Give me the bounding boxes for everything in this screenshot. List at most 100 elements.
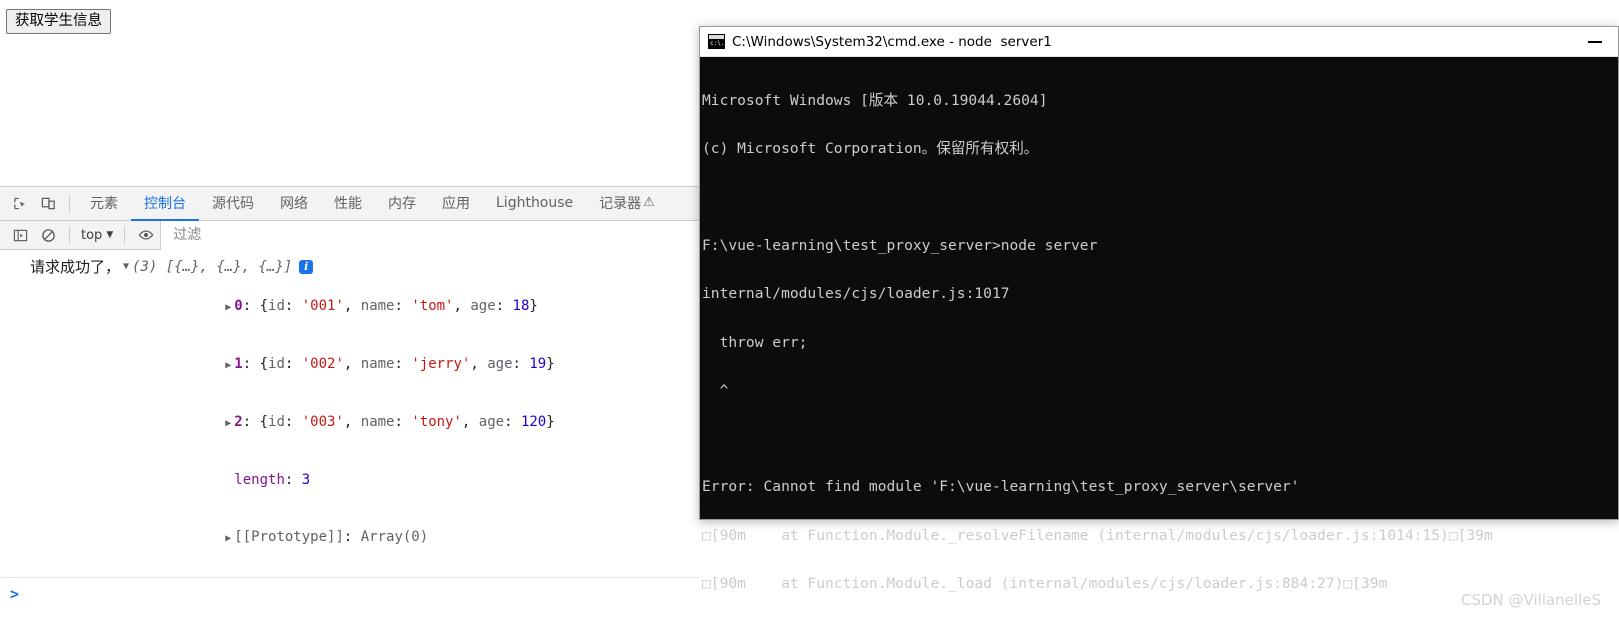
- console-array-item-row: ▶ 0: {id: '001', name: 'tom', age: 18}: [0, 278, 700, 336]
- tab-lighthouse[interactable]: Lighthouse: [483, 187, 586, 221]
- console-prototype-row: ▶ [[Prototype]]: Array(0): [0, 509, 700, 567]
- tab-recorder[interactable]: 记录器 ⚠: [586, 187, 668, 221]
- prop-key-id: id: [268, 356, 285, 372]
- expand-triangle-icon[interactable]: ▼: [120, 256, 132, 278]
- cmd-titlebar[interactable]: C:\Windows\System32\cmd.exe - node serve…: [700, 27, 1618, 57]
- prop-key-name: name: [360, 298, 395, 314]
- console-toolbar-divider-1: [69, 226, 70, 244]
- tab-network[interactable]: 网络: [267, 187, 321, 221]
- terminal-line: Microsoft Windows [版本 10.0.19044.2604]: [702, 92, 1048, 110]
- object-close-brace: }: [546, 414, 555, 430]
- terminal-line: Error: Cannot find module 'F:\vue-learni…: [702, 478, 1300, 496]
- cmd-console-icon: [708, 34, 725, 49]
- tab-memory[interactable]: 内存: [375, 187, 429, 221]
- tab-application[interactable]: 应用: [429, 187, 483, 221]
- inspect-element-icon[interactable]: [6, 190, 34, 218]
- terminal-line: □[90m at Function.Module._resolveFilenam…: [702, 526, 1493, 544]
- clear-console-icon[interactable]: [34, 221, 62, 249]
- terminal-line: ^: [702, 381, 729, 399]
- prop-value-age: 120: [520, 414, 547, 430]
- terminal-line: (c) Microsoft Corporation。保留所有权利。: [702, 140, 1039, 158]
- toggle-device-toolbar-icon[interactable]: [34, 190, 62, 218]
- screenshot-root: 获取学生信息 元素 控制台 源代码 网络 性能 内存 应用 Lighthouse…: [0, 0, 1619, 621]
- fetch-student-info-button[interactable]: 获取学生信息: [6, 9, 111, 34]
- prop-key-age: age: [487, 356, 513, 372]
- toolbar-divider: [69, 194, 70, 213]
- array-index: 1: [234, 356, 243, 372]
- console-array-length-row: length: 3: [234, 472, 311, 488]
- devtools-panel: 元素 控制台 源代码 网络 性能 内存 应用 Lighthouse 记录器 ⚠: [0, 186, 700, 621]
- object-close-brace: }: [546, 356, 555, 372]
- console-toolbar: top ▼: [0, 220, 700, 250]
- prototype-value: Array(0): [360, 529, 429, 545]
- console-array-item-row: ▶ 2: {id: '003', name: 'tony', age: 120}: [0, 394, 700, 452]
- object-close-brace: }: [529, 298, 538, 314]
- array-index: 2: [234, 414, 243, 430]
- prop-value-id: '001': [301, 298, 344, 314]
- console-log-message: 请求成功了，: [30, 258, 121, 276]
- prop-value-age: 19: [529, 356, 547, 372]
- array-items-preview: [{…}, {…}, {…}]: [165, 259, 293, 275]
- expand-triangle-icon[interactable]: ▶: [222, 414, 234, 433]
- expand-triangle-icon[interactable]: ▶: [222, 356, 234, 375]
- prop-key-id: id: [268, 298, 285, 314]
- prop-key-age: age: [478, 414, 505, 430]
- devtools-tab-list: 元素 控制台 源代码 网络 性能 内存 应用 Lighthouse 记录器 ⚠: [77, 187, 668, 221]
- tab-elements[interactable]: 元素: [77, 187, 131, 221]
- tab-recorder-label: 记录器: [599, 195, 642, 212]
- prop-key-age: age: [470, 298, 496, 314]
- console-array-item-row: ▶ 1: {id: '002', name: 'jerry', age: 19}: [0, 336, 700, 394]
- minimize-button[interactable]: [1572, 27, 1618, 57]
- cmd-terminal-output[interactable]: Microsoft Windows [版本 10.0.19044.2604] (…: [700, 57, 1618, 621]
- cmd-window: C:\Windows\System32\cmd.exe - node serve…: [699, 26, 1619, 592]
- execution-context-selector[interactable]: top ▼: [77, 228, 117, 243]
- devtools-tabbar: 元素 控制台 源代码 网络 性能 内存 应用 Lighthouse 记录器 ⚠: [0, 187, 700, 221]
- chevron-down-icon: ▼: [106, 229, 114, 240]
- console-filter-input[interactable]: [171, 226, 700, 244]
- console-output: 请求成功了， ▼ (3) [{…}, {…}, {…}] i ▶ 0: {id: …: [0, 250, 700, 621]
- live-expression-eye-icon[interactable]: [132, 221, 160, 249]
- csdn-watermark: CSDN @VillanelleS: [1461, 591, 1601, 609]
- prop-value-name: 'jerry': [411, 356, 471, 372]
- console-log-header: 请求成功了， ▼ (3) [{…}, {…}, {…}] i: [0, 256, 700, 278]
- prop-key-name: name: [360, 414, 395, 430]
- console-toolbar-divider-2: [124, 226, 126, 244]
- tab-sources[interactable]: 源代码: [199, 187, 267, 221]
- prompt-caret-icon: >: [10, 585, 20, 603]
- console-prompt[interactable]: >: [0, 577, 700, 606]
- console-log-entry: 请求成功了， ▼ (3) [{…}, {…}, {…}] i ▶ 0: {id: …: [0, 250, 700, 567]
- length-key: length: [234, 472, 285, 488]
- console-sidebar-icon[interactable]: [6, 221, 34, 249]
- minimize-icon: [1588, 40, 1602, 43]
- prop-key-id: id: [268, 414, 285, 430]
- prop-value-age: 18: [512, 298, 530, 314]
- array-index: 0: [234, 298, 243, 314]
- object-open-brace: {: [259, 356, 269, 372]
- prop-value-name: 'tony': [411, 414, 462, 430]
- object-open-brace: {: [259, 414, 269, 430]
- console-filter[interactable]: [160, 220, 700, 250]
- expand-triangle-icon[interactable]: ▶: [222, 529, 234, 548]
- length-value: 3: [301, 472, 311, 488]
- warning-icon: ⚠: [643, 195, 655, 210]
- terminal-line: □[90m at Function.Module._load (internal…: [702, 575, 1388, 592]
- tab-performance[interactable]: 性能: [321, 187, 375, 221]
- prop-key-name: name: [360, 356, 395, 372]
- execution-context-value: top: [81, 227, 103, 243]
- object-open-brace: {: [259, 298, 269, 314]
- terminal-line: throw err;: [702, 333, 808, 351]
- terminal-line: F:\vue-learning\test_proxy_server>node s…: [702, 237, 1098, 255]
- prototype-key: [[Prototype]]: [234, 529, 344, 545]
- cmd-title-text: C:\Windows\System32\cmd.exe - node serve…: [732, 33, 1052, 50]
- array-length-preview: (3): [132, 259, 158, 275]
- expand-triangle-icon[interactable]: ▶: [222, 298, 234, 317]
- prop-value-name: 'tom': [411, 298, 454, 314]
- tab-console[interactable]: 控制台: [131, 187, 199, 221]
- prop-value-id: '003': [301, 414, 344, 430]
- terminal-line: internal/modules/cjs/loader.js:1017: [702, 285, 1010, 303]
- browser-viewport: 获取学生信息: [0, 0, 700, 186]
- info-badge-icon[interactable]: i: [299, 260, 314, 274]
- prop-value-id: '002': [301, 356, 344, 372]
